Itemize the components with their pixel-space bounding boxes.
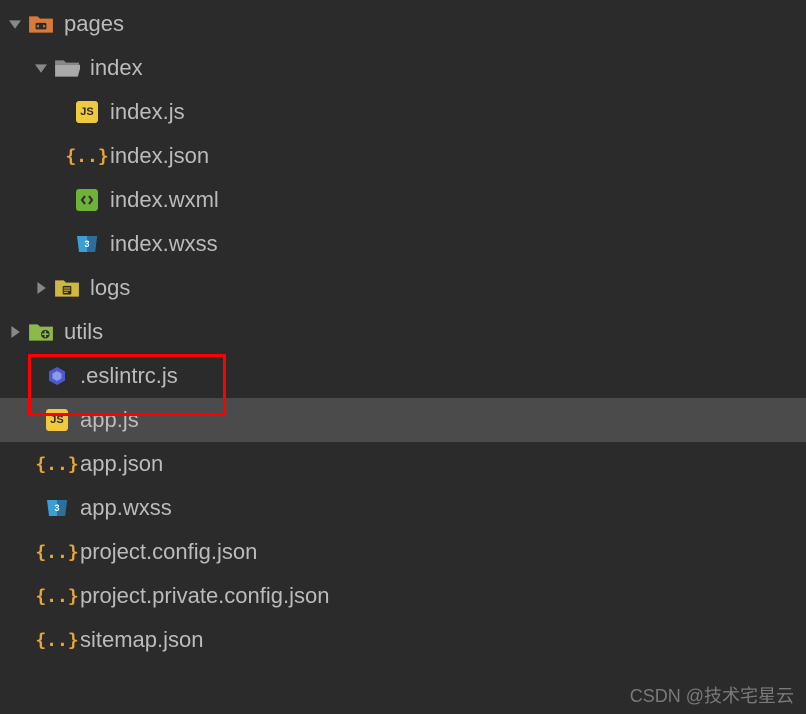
tree-file-index-json[interactable]: {..} index.json <box>0 134 806 178</box>
json-icon: {..} <box>44 451 70 477</box>
file-label: sitemap.json <box>80 627 204 653</box>
tree-file-sitemap[interactable]: {..} sitemap.json <box>0 618 806 662</box>
tree-folder-utils[interactable]: utils <box>0 310 806 354</box>
folder-pages-icon <box>28 11 54 37</box>
tree-file-app-wxss[interactable]: 3 app.wxss <box>0 486 806 530</box>
tree-file-project-config[interactable]: {..} project.config.json <box>0 530 806 574</box>
file-label: project.config.json <box>80 539 257 565</box>
file-label: .eslintrc.js <box>80 363 178 389</box>
wxml-icon <box>76 189 98 211</box>
folder-logs-icon <box>54 275 80 301</box>
wxss-icon: 3 <box>74 231 100 257</box>
js-icon: JS <box>46 409 68 431</box>
js-icon: JS <box>76 101 98 123</box>
chevron-right-icon <box>30 277 52 299</box>
tree-file-index-wxss[interactable]: 3 index.wxss <box>0 222 806 266</box>
file-label: app.js <box>80 407 139 433</box>
file-label: project.private.config.json <box>80 583 329 609</box>
json-icon: {..} <box>74 143 100 169</box>
watermark: CSDN @技术宅星云 <box>630 682 794 708</box>
tree-file-app-js[interactable]: JS app.js <box>0 398 806 442</box>
tree-file-index-wxml[interactable]: index.wxml <box>0 178 806 222</box>
file-label: index.js <box>110 99 185 125</box>
tree-folder-pages[interactable]: pages <box>0 2 806 46</box>
file-label: app.wxss <box>80 495 172 521</box>
json-icon: {..} <box>44 583 70 609</box>
file-label: index.json <box>110 143 209 169</box>
chevron-down-icon <box>30 57 52 79</box>
tree-folder-logs[interactable]: logs <box>0 266 806 310</box>
file-tree: pages index JS index.js {..} index.json … <box>0 0 806 662</box>
folder-label: pages <box>64 11 124 37</box>
chevron-right-icon <box>4 321 26 343</box>
tree-file-project-private-config[interactable]: {..} project.private.config.json <box>0 574 806 618</box>
json-icon: {..} <box>44 627 70 653</box>
folder-open-icon <box>54 55 80 81</box>
file-label: index.wxml <box>110 187 219 213</box>
tree-file-app-json[interactable]: {..} app.json <box>0 442 806 486</box>
tree-file-index-js[interactable]: JS index.js <box>0 90 806 134</box>
eslint-icon <box>44 363 70 389</box>
tree-folder-index[interactable]: index <box>0 46 806 90</box>
folder-label: index <box>90 55 143 81</box>
wxss-icon: 3 <box>44 495 70 521</box>
chevron-down-icon <box>4 13 26 35</box>
folder-label: utils <box>64 319 103 345</box>
file-label: app.json <box>80 451 163 477</box>
file-label: index.wxss <box>110 231 218 257</box>
folder-label: logs <box>90 275 130 301</box>
svg-text:3: 3 <box>84 239 89 249</box>
json-icon: {..} <box>44 539 70 565</box>
svg-text:3: 3 <box>54 503 59 513</box>
folder-utils-icon <box>28 319 54 345</box>
tree-file-eslintrc[interactable]: .eslintrc.js <box>0 354 806 398</box>
